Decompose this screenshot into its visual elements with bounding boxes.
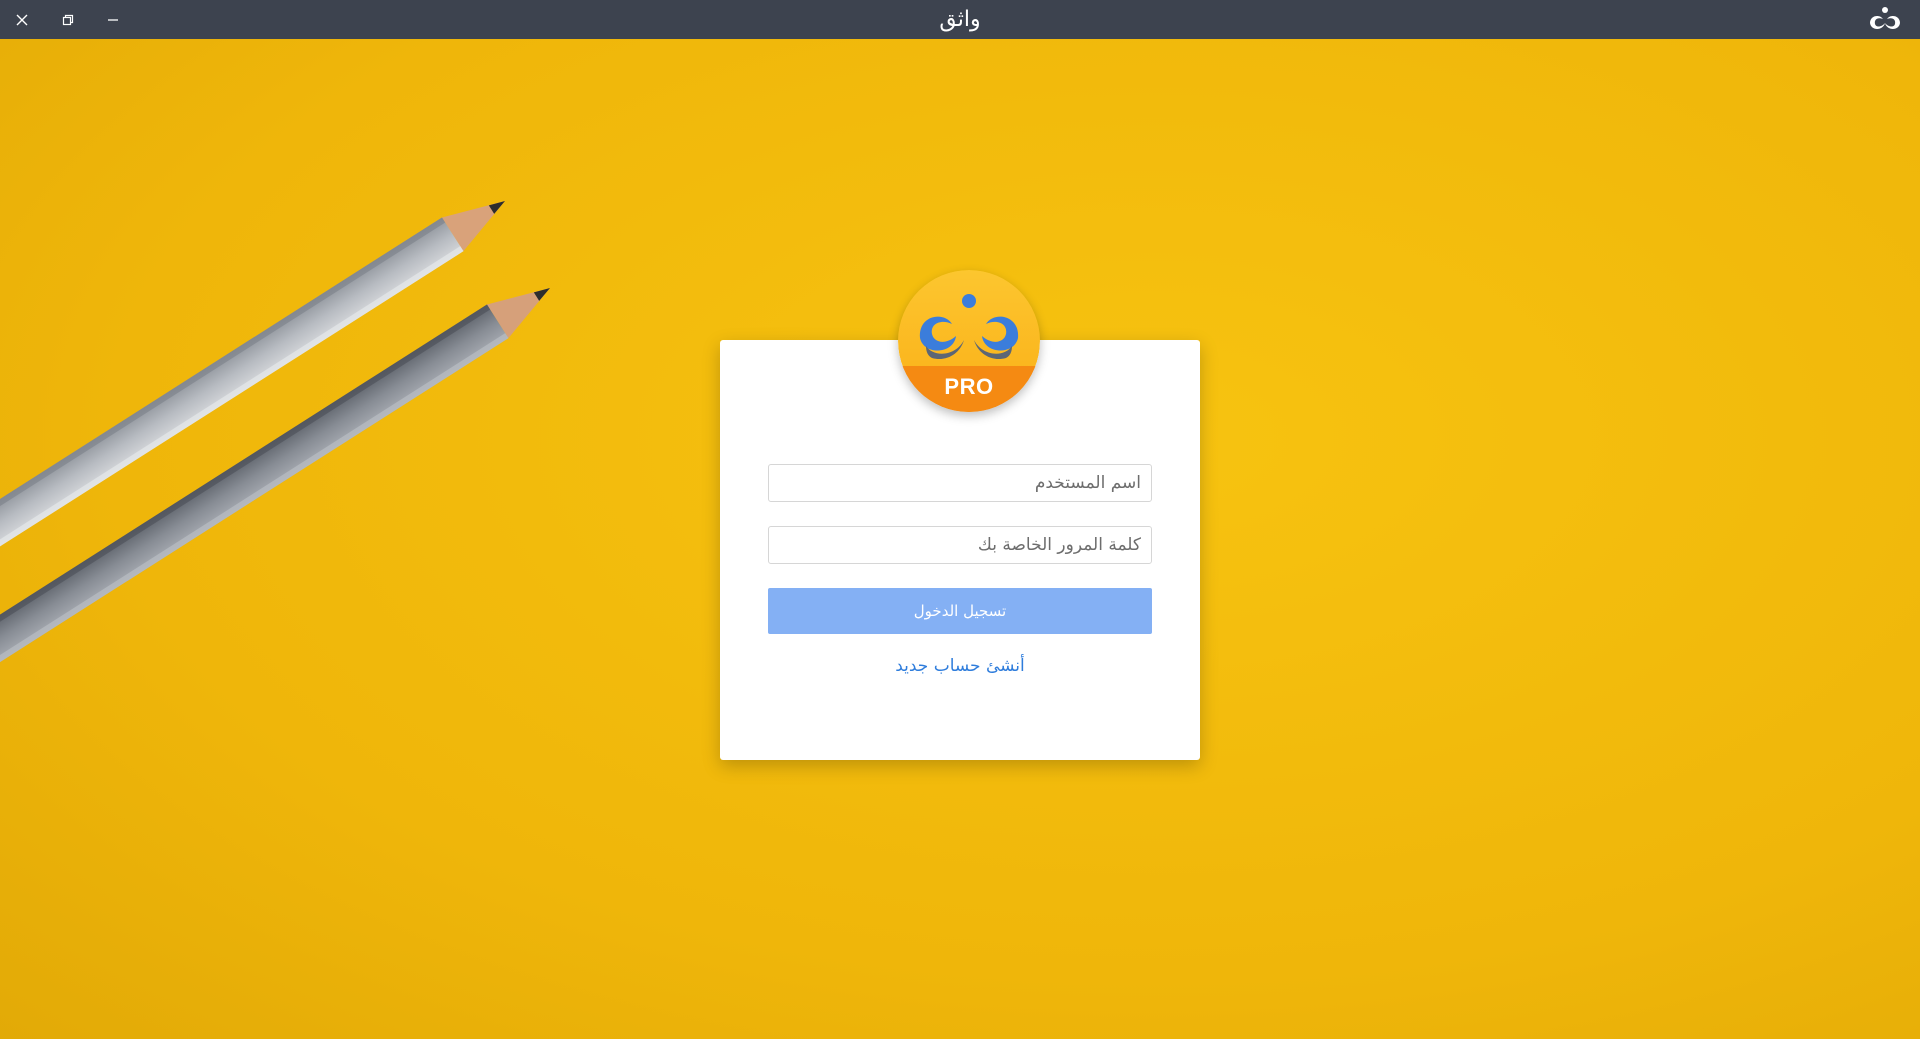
wathiq-logo-icon <box>1870 7 1900 29</box>
login-button[interactable]: تسجيل الدخول <box>768 588 1152 634</box>
pro-badge: PRO <box>944 374 994 399</box>
app-window: واثق PRO اسم المستخدم تسجيل الدخول أنشئ … <box>0 0 1920 1039</box>
window-title: واثق <box>939 7 981 32</box>
title-bar: واثق <box>0 0 1920 39</box>
username-input[interactable] <box>768 464 1152 502</box>
create-account-link[interactable]: أنشئ حساب جديد <box>768 656 1152 676</box>
password-input[interactable] <box>768 526 1152 564</box>
app-logo: PRO <box>898 270 1040 412</box>
